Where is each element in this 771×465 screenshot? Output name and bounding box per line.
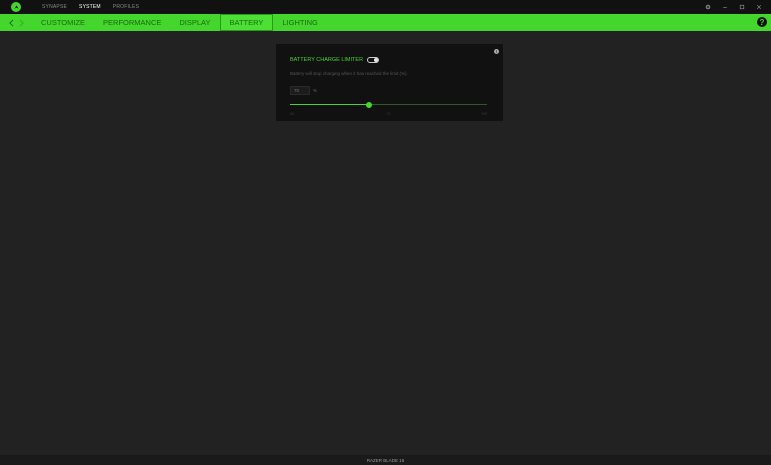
top-tabs: SYNAPSE SYSTEM PROFILES — [42, 0, 151, 14]
top-tab-system[interactable]: SYSTEM — [79, 4, 101, 10]
slider-thumb[interactable] — [365, 101, 372, 108]
device-name: RAZER BLADE 16 — [366, 457, 405, 463]
top-tab-profiles[interactable]: PROFILES — [113, 4, 139, 10]
limiter-description: Battery will stop charging when it has r… — [290, 71, 408, 76]
percent-row: 70 % — [290, 86, 317, 95]
settings-icon[interactable] — [699, 0, 716, 14]
slider-labels: 50 70 100 — [290, 112, 487, 117]
slider-fill — [290, 104, 369, 105]
razer-logo-icon[interactable] — [11, 2, 21, 12]
info-icon[interactable] — [494, 49, 499, 54]
tab-performance[interactable]: PERFORMANCE — [94, 14, 170, 31]
nav-arrows — [6, 14, 26, 31]
minimize-icon[interactable] — [716, 0, 733, 14]
close-icon[interactable] — [750, 0, 767, 14]
battery-charge-limiter-card: BATTERY CHARGE LIMITER Battery will stop… — [276, 44, 503, 121]
tab-display[interactable]: DISPLAY — [170, 14, 219, 31]
footer-bar: RAZER BLADE 16 — [0, 455, 771, 465]
section-nav-bar: CUSTOMIZE PERFORMANCE DISPLAY BATTERY LI… — [0, 14, 771, 31]
window-controls — [699, 0, 767, 14]
title-bar: SYNAPSE SYSTEM PROFILES — [0, 0, 771, 14]
slider-mid-label: 70 — [386, 112, 391, 116]
limiter-row: BATTERY CHARGE LIMITER — [290, 57, 380, 63]
charge-limit-input[interactable]: 70 — [290, 86, 310, 95]
tab-lighting[interactable]: LIGHTING — [273, 14, 326, 31]
help-icon[interactable]: ? — [757, 17, 767, 27]
forward-arrow-icon[interactable] — [16, 14, 26, 31]
limiter-label: BATTERY CHARGE LIMITER — [290, 57, 364, 63]
toggle-knob — [374, 58, 379, 62]
limiter-toggle[interactable] — [367, 57, 380, 63]
slider-max-label: 100 — [481, 112, 487, 116]
back-arrow-icon[interactable] — [6, 14, 16, 31]
percent-unit: % — [313, 88, 318, 93]
razer-synapse-window: SYNAPSE SYSTEM PROFILES CUSTOMIZE PERFOR… — [0, 0, 771, 465]
tab-customize[interactable]: CUSTOMIZE — [32, 14, 94, 31]
maximize-icon[interactable] — [733, 0, 750, 14]
slider-min-label: 50 — [290, 112, 294, 116]
top-tab-synapse[interactable]: SYNAPSE — [42, 4, 67, 10]
charge-limit-slider[interactable] — [290, 101, 487, 108]
nav-tabs: CUSTOMIZE PERFORMANCE DISPLAY BATTERY LI… — [32, 14, 327, 31]
tab-battery[interactable]: BATTERY — [219, 14, 274, 31]
